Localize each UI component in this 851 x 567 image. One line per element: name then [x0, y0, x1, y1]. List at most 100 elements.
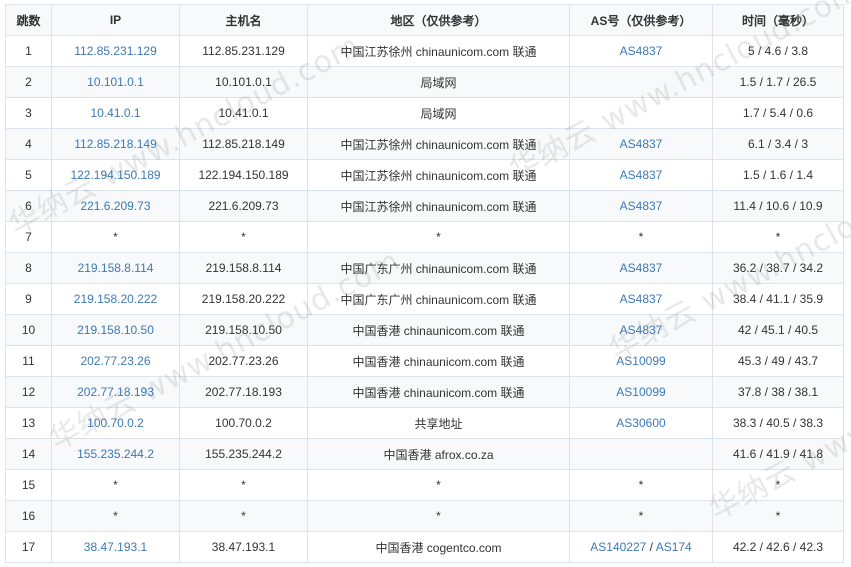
- as-link[interactable]: AS174: [656, 540, 692, 554]
- time-cell-text: *: [775, 509, 781, 523]
- hostname-cell-text: 122.194.150.189: [198, 168, 289, 182]
- hostname-cell: 202.77.23.26: [179, 345, 308, 377]
- ip-cell-text[interactable]: 10.101.0.1: [87, 75, 144, 89]
- header-region: 地区（仅供参考）: [307, 4, 570, 36]
- ip-cell: 112.85.218.149: [51, 128, 180, 160]
- time-cell: 45.3 / 49 / 43.7: [712, 345, 844, 377]
- region-cell: 中国香港 afrox.co.za: [307, 438, 570, 470]
- as-link[interactable]: AS4837: [620, 261, 663, 275]
- traceroute-table: 跳数 IP 主机名 地区（仅供参考） AS号（仅供参考） 时间（毫秒） 1 112…: [5, 4, 844, 563]
- table-row: 4 112.85.218.149 112.85.218.149 中国江苏徐州 chin…: [5, 128, 844, 160]
- as-cell-text: *: [638, 230, 644, 244]
- hostname-cell: 100.70.0.2: [179, 407, 308, 439]
- as-cell: *: [569, 221, 713, 253]
- table-row: 17 38.47.193.1 38.47.193.1 中国香港 cogentco.co…: [5, 531, 844, 563]
- hostname-cell-text: 38.47.193.1: [211, 540, 276, 554]
- ip-cell-text[interactable]: 219.158.8.114: [78, 261, 154, 275]
- time-cell: 1.7 / 5.4 / 0.6: [712, 97, 844, 129]
- time-cell: 38.3 / 40.5 / 38.3: [712, 407, 844, 439]
- hop-cell-text: 15: [21, 478, 36, 492]
- ip-cell: 221.6.209.73: [51, 190, 180, 222]
- time-cell-text: *: [775, 478, 781, 492]
- hostname-cell-text: 221.6.209.73: [208, 199, 279, 213]
- table-row: 10 219.158.10.50 219.158.10.50 中国香港 chinaun…: [5, 314, 844, 346]
- time-cell-text: 1.5 / 1.7 / 26.5: [739, 75, 817, 89]
- ip-cell-text[interactable]: 219.158.10.50: [77, 323, 154, 337]
- region-cell: 局域网: [307, 66, 570, 98]
- hostname-cell: *: [179, 500, 308, 532]
- hop-cell-text: 17: [21, 540, 36, 554]
- ip-cell-text[interactable]: 202.77.23.26: [80, 354, 150, 368]
- hostname-cell-text: 219.158.10.50: [205, 323, 282, 337]
- as-cell: AS4837: [569, 159, 713, 191]
- ip-cell-text[interactable]: 38.47.193.1: [84, 540, 147, 554]
- hop-cell: 13: [5, 407, 52, 439]
- hop-cell: 6: [5, 190, 52, 222]
- hostname-cell: *: [179, 221, 308, 253]
- hop-cell-text: 10: [21, 323, 36, 337]
- region-cell-text: *: [436, 230, 441, 244]
- ip-cell-text[interactable]: 155.235.244.2: [77, 447, 154, 461]
- time-cell: 5 / 4.6 / 3.8: [712, 35, 844, 67]
- region-cell: *: [307, 469, 570, 501]
- ip-cell-text: *: [113, 509, 118, 523]
- time-cell: *: [712, 500, 844, 532]
- as-link[interactable]: AS4837: [620, 44, 663, 58]
- as-cell: [569, 438, 713, 470]
- ip-cell-text[interactable]: 10.41.0.1: [90, 106, 140, 120]
- hostname-cell: *: [179, 469, 308, 501]
- as-cell: AS140227 / AS174: [569, 531, 713, 563]
- ip-cell-text[interactable]: 219.158.20.222: [74, 292, 157, 306]
- time-cell-text: 11.4 / 10.6 / 10.9: [733, 199, 823, 213]
- ip-cell-text[interactable]: 112.85.218.149: [74, 137, 157, 151]
- time-cell: *: [712, 469, 844, 501]
- ip-cell: 100.70.0.2: [51, 407, 180, 439]
- time-cell-text: 42.2 / 42.6 / 42.3: [732, 540, 824, 554]
- hostname-cell-text: 219.158.20.222: [201, 292, 286, 306]
- hop-cell-text: 2: [25, 75, 32, 89]
- hop-cell: 10: [5, 314, 52, 346]
- hostname-cell: 155.235.244.2: [179, 438, 308, 470]
- as-link[interactable]: AS140227: [590, 540, 646, 554]
- ip-cell-text[interactable]: 112.85.231.129: [74, 44, 157, 58]
- time-cell-text: 1.5 / 1.6 / 1.4: [742, 168, 814, 182]
- as-link[interactable]: AS4837: [620, 137, 663, 151]
- region-cell-text: 中国广东广州 chinaunicom.com 联通: [340, 292, 537, 307]
- as-link[interactable]: AS30600: [616, 416, 665, 430]
- ip-cell-text[interactable]: 100.70.0.2: [87, 416, 144, 430]
- as-link[interactable]: AS10099: [616, 385, 665, 399]
- region-cell-text: 局域网: [420, 106, 457, 121]
- region-cell: 中国香港 chinaunicom.com 联通: [307, 314, 570, 346]
- as-link[interactable]: AS4837: [620, 323, 663, 337]
- ip-cell-text: *: [113, 230, 118, 244]
- hop-cell: 3: [5, 97, 52, 129]
- as-link[interactable]: AS4837: [620, 168, 663, 182]
- hop-cell: 16: [5, 500, 52, 532]
- ip-cell-text[interactable]: 202.77.18.193: [77, 385, 154, 399]
- region-cell-text: 中国江苏徐州 chinaunicom.com 联通: [340, 137, 537, 152]
- region-cell-text: 共享地址: [414, 416, 463, 431]
- as-link[interactable]: AS4837: [620, 199, 663, 213]
- hostname-cell-text: 112.85.218.149: [202, 137, 285, 151]
- region-cell-text: 中国江苏徐州 chinaunicom.com 联通: [340, 44, 537, 59]
- hop-cell: 9: [5, 283, 52, 315]
- ip-cell-text[interactable]: 221.6.209.73: [80, 199, 150, 213]
- hop-cell-text: 16: [21, 509, 36, 523]
- ip-cell-text[interactable]: 122.194.150.189: [70, 168, 160, 182]
- table-row: 11 202.77.23.26 202.77.23.26 中国香港 chinaunic…: [5, 345, 844, 377]
- time-cell-text: 37.8 / 38 / 38.1: [737, 385, 819, 399]
- table-row: 12 202.77.18.193 202.77.18.193 中国香港 chinaun…: [5, 376, 844, 408]
- as-link[interactable]: AS4837: [620, 292, 663, 306]
- hop-cell: 4: [5, 128, 52, 160]
- as-link[interactable]: AS10099: [616, 354, 665, 368]
- ip-cell: 122.194.150.189: [51, 159, 180, 191]
- region-cell: *: [307, 221, 570, 253]
- region-cell-text: 中国广东广州 chinaunicom.com 联通: [340, 261, 537, 276]
- time-cell: 41.6 / 41.9 / 41.8: [712, 438, 844, 470]
- ip-cell: 10.101.0.1: [51, 66, 180, 98]
- hostname-cell: 10.41.0.1: [179, 97, 308, 129]
- ip-cell: 219.158.10.50: [51, 314, 180, 346]
- time-cell: 42 / 45.1 / 40.5: [712, 314, 844, 346]
- time-cell: 37.8 / 38 / 38.1: [712, 376, 844, 408]
- time-cell-text: 36.2 / 38.7 / 34.2: [732, 261, 824, 275]
